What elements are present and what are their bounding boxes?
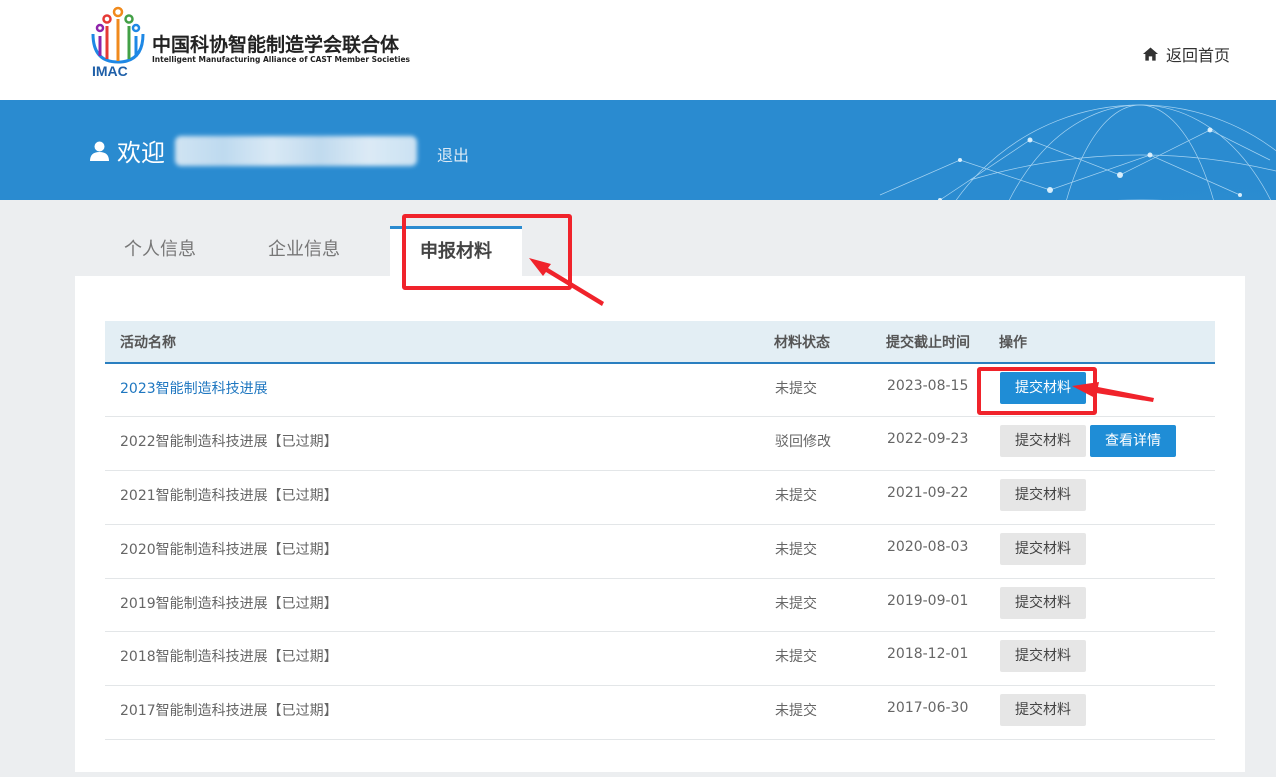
submit-materials-button[interactable]: 提交材料 — [1000, 479, 1086, 512]
table-row: 2022智能制造科技进展【已过期】 驳回修改 2022-09-23 提交材料 查看… — [105, 417, 1215, 471]
submit-materials-button[interactable]: 提交材料 — [1000, 694, 1086, 727]
table-header-row: 活动名称 材料状态 提交截止时间 操作 — [105, 321, 1215, 363]
imac-logo-icon: IMAC — [91, 6, 145, 78]
deadline: 2020-08-03 — [887, 538, 969, 555]
deadline: 2019-09-01 — [887, 592, 969, 609]
welcome-bar: 欢迎 退出 — [90, 133, 469, 168]
material-status: 未提交 — [775, 649, 817, 666]
activity-name: 2020智能制造科技进展【已过期】 — [120, 541, 338, 558]
material-status: 驳回修改 — [775, 434, 831, 451]
activity-name: 2018智能制造科技进展【已过期】 — [120, 649, 338, 666]
home-icon — [1142, 47, 1158, 61]
tab-company-info[interactable]: 企业信息 — [232, 226, 376, 276]
deadline: 2018-12-01 — [887, 646, 969, 663]
svg-text:IMAC: IMAC — [92, 63, 128, 78]
deadline: 2022-09-23 — [887, 431, 969, 448]
material-status: 未提交 — [775, 595, 817, 612]
material-status: 未提交 — [775, 703, 817, 720]
submit-materials-button[interactable]: 提交材料 — [1000, 532, 1086, 565]
view-details-button[interactable]: 查看详情 — [1090, 425, 1176, 458]
table-row: 2021智能制造科技进展【已过期】 未提交 2021-09-22 提交材料 — [105, 471, 1215, 525]
top-header: IMAC 中国科协智能制造学会联合体 Intelligent Manufactu… — [0, 0, 1276, 100]
logout-link[interactable]: 退出 — [437, 142, 469, 166]
material-status: 未提交 — [775, 381, 817, 397]
deadline: 2017-06-30 — [887, 700, 969, 717]
return-home-link[interactable]: 返回首页 — [1142, 42, 1230, 66]
deadline: 2021-09-22 — [887, 485, 969, 502]
submit-materials-button[interactable]: 提交材料 — [1000, 586, 1086, 619]
annotation-box-submit — [977, 367, 1097, 415]
materials-panel: 活动名称 材料状态 提交截止时间 操作 2023智能制造科技进展 未提交 202… — [75, 276, 1245, 772]
activity-name: 2017智能制造科技进展【已过期】 — [120, 703, 338, 720]
col-header-name: 活动名称 — [120, 334, 176, 351]
logo-title-cn: 中国科协智能制造学会联合体 — [152, 34, 400, 56]
site-logo[interactable]: IMAC 中国科协智能制造学会联合体 Intelligent Manufactu… — [88, 4, 418, 78]
submit-materials-button[interactable]: 提交材料 — [1000, 640, 1086, 673]
material-status: 未提交 — [775, 541, 817, 558]
activity-name-link[interactable]: 2023智能制造科技进展 — [105, 363, 774, 417]
action-cell: 提交材料 — [999, 632, 1215, 686]
material-status: 未提交 — [775, 488, 817, 505]
table-row: 2020智能制造科技进展【已过期】 未提交 2020-08-03 提交材料 — [105, 524, 1215, 579]
user-icon — [90, 141, 109, 161]
col-header-action: 操作 — [999, 334, 1027, 351]
action-cell: 提交材料 — [999, 686, 1215, 740]
activity-name: 2022智能制造科技进展【已过期】 — [120, 434, 338, 451]
table-row: 2019智能制造科技进展【已过期】 未提交 2019-09-01 提交材料 — [105, 578, 1215, 632]
welcome-banner: 欢迎 退出 — [0, 100, 1276, 200]
username-redacted — [175, 135, 417, 166]
col-header-status: 材料状态 — [774, 334, 830, 351]
submit-materials-button[interactable]: 提交材料 — [1000, 425, 1086, 458]
table-row: 2017智能制造科技进展【已过期】 未提交 2017-06-30 提交材料 — [105, 686, 1215, 740]
action-cell: 提交材料 — [999, 578, 1215, 632]
action-cell: 提交材料 — [999, 524, 1215, 578]
activity-name: 2019智能制造科技进展【已过期】 — [120, 595, 338, 612]
activity-name: 2021智能制造科技进展【已过期】 — [120, 488, 338, 505]
action-cell: 提交材料 查看详情 — [999, 417, 1215, 471]
globe-decoration — [879, 104, 1276, 200]
action-cell: 提交材料 — [999, 471, 1215, 525]
annotation-box-tab — [402, 214, 572, 290]
table-row: 2018智能制造科技进展【已过期】 未提交 2018-12-01 提交材料 — [105, 632, 1215, 686]
tab-personal-info[interactable]: 个人信息 — [88, 226, 232, 276]
return-home-label: 返回首页 — [1165, 46, 1230, 65]
logo-title-en: Intelligent Manufacturing Alliance of CA… — [152, 55, 411, 64]
col-header-deadline: 提交截止时间 — [886, 334, 970, 351]
welcome-text: 欢迎 — [117, 139, 165, 167]
